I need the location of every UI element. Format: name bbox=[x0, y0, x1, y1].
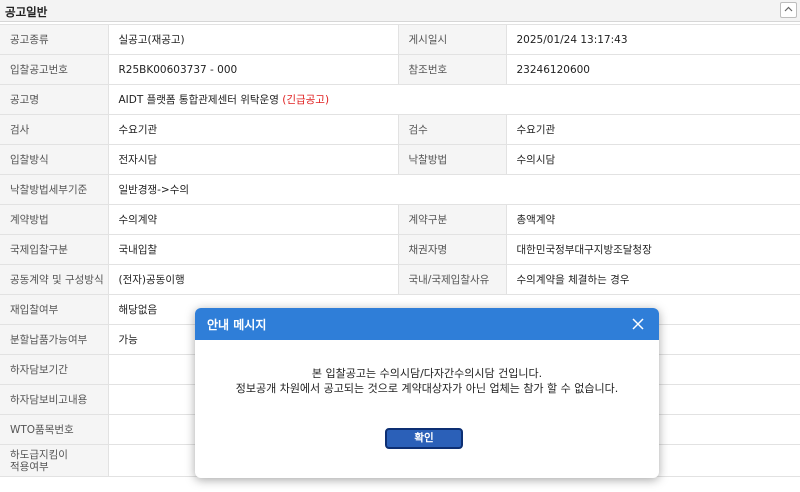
label-bid-method: 입찰방식 bbox=[0, 144, 109, 175]
label-warranty-remarks: 하자담보비고내용 bbox=[0, 384, 109, 415]
label-split-delivery: 분할납품가능여부 bbox=[0, 324, 109, 355]
modal-title: 안내 메시지 bbox=[207, 318, 267, 332]
label-intl-bid-type: 국제입찰구분 bbox=[0, 234, 109, 265]
label-contract-type: 계약구분 bbox=[398, 204, 507, 235]
value-reference-number: 23246120600 bbox=[506, 54, 800, 85]
value-post-datetime: 2025/01/24 13:17:43 bbox=[506, 24, 800, 55]
label-wto-item-number: WTO품목번호 bbox=[0, 414, 109, 445]
modal-message-line1: 본 입찰공고는 수의시담/다자간수의시담 건입니다. bbox=[311, 367, 543, 380]
value-bid-method: 전자시담 bbox=[108, 144, 399, 175]
table-row: 입찰공고번호 R25BK00603737 - 000 참조번호 23246120… bbox=[0, 54, 800, 85]
label-award-method: 낙찰방법 bbox=[398, 144, 507, 175]
label-inspection: 검사 bbox=[0, 114, 109, 145]
table-row: 공고명 AIDT 플랫폼 통합관제센터 위탁운영 (긴급공고) bbox=[0, 84, 800, 115]
modal-message-line2: 정보공개 차원에서 공고되는 것으로 계약대상자가 아닌 업체는 참가 할 수 … bbox=[235, 382, 619, 395]
label-notice-type: 공고종류 bbox=[0, 24, 109, 55]
table-row: 공동계약 및 구성방식 (전자)공동이행 국내/국제입찰사유 수의계약을 체결하… bbox=[0, 264, 800, 295]
label-subcontract-guard-line1: 하도급지킴이 bbox=[10, 448, 68, 461]
label-subcontract-guard: 하도급지킴이 적용여부 bbox=[0, 444, 109, 477]
table-row: 공고종류 실공고(재공고) 게시일시 2025/01/24 13:17:43 bbox=[0, 24, 800, 55]
notice-name-text: AIDT 플랫폼 통합관제센터 위탁운영 bbox=[118, 94, 279, 106]
close-icon bbox=[632, 318, 644, 330]
value-award-criteria: 일반경쟁->수의 bbox=[108, 174, 800, 205]
modal-header: 안내 메시지 bbox=[195, 308, 659, 340]
label-contract-method: 계약방법 bbox=[0, 204, 109, 235]
notice-modal: 안내 메시지 본 입찰공고는 수의시담/다자간수의시담 건입니다. 정보공개 차… bbox=[195, 308, 659, 478]
value-notice-type: 실공고(재공고) bbox=[108, 24, 399, 55]
value-acceptance: 수요기관 bbox=[506, 114, 800, 145]
table-row: 국제입찰구분 국내입찰 채권자명 대한민국정부대구지방조달청장 bbox=[0, 234, 800, 265]
value-bid-reason: 수의계약을 체결하는 경우 bbox=[506, 264, 800, 295]
value-creditor-name: 대한민국정부대구지방조달청장 bbox=[506, 234, 800, 265]
label-reference-number: 참조번호 bbox=[398, 54, 507, 85]
collapse-button[interactable] bbox=[780, 2, 797, 18]
value-contract-method: 수의계약 bbox=[108, 204, 399, 235]
label-acceptance: 검수 bbox=[398, 114, 507, 145]
label-joint-contract: 공동계약 및 구성방식 bbox=[0, 264, 109, 295]
value-joint-contract: (전자)공동이행 bbox=[108, 264, 399, 295]
urgent-badge: (긴급공고) bbox=[282, 94, 330, 106]
confirm-button[interactable]: 확인 bbox=[385, 428, 463, 449]
section-title: 공고일반 bbox=[5, 5, 48, 19]
value-award-method: 수의시담 bbox=[506, 144, 800, 175]
table-row: 계약방법 수의계약 계약구분 총액계약 bbox=[0, 204, 800, 235]
value-contract-type: 총액계약 bbox=[506, 204, 800, 235]
table-row: 입찰방식 전자시담 낙찰방법 수의시담 bbox=[0, 144, 800, 175]
value-inspection: 수요기관 bbox=[108, 114, 399, 145]
label-rebid: 재입찰여부 bbox=[0, 294, 109, 325]
label-notice-name: 공고명 bbox=[0, 84, 109, 115]
modal-close-button[interactable] bbox=[631, 314, 647, 332]
label-bid-reason: 국내/국제입찰사유 bbox=[398, 264, 507, 295]
modal-body: 본 입찰공고는 수의시담/다자간수의시담 건입니다. 정보공개 차원에서 공고되… bbox=[195, 340, 659, 396]
label-warranty-period: 하자담보기간 bbox=[0, 354, 109, 385]
label-subcontract-guard-line2: 적용여부 bbox=[10, 460, 49, 473]
label-creditor-name: 채권자명 bbox=[398, 234, 507, 265]
label-award-criteria: 낙찰방법세부기준 bbox=[0, 174, 109, 205]
table-row: 검사 수요기관 검수 수요기관 bbox=[0, 114, 800, 145]
table-row: 낙찰방법세부기준 일반경쟁->수의 bbox=[0, 174, 800, 205]
value-notice-name: AIDT 플랫폼 통합관제센터 위탁운영 (긴급공고) bbox=[108, 84, 800, 115]
value-intl-bid-type: 국내입찰 bbox=[108, 234, 399, 265]
value-bid-number: R25BK00603737 - 000 bbox=[108, 54, 399, 85]
label-post-datetime: 게시일시 bbox=[398, 24, 507, 55]
label-bid-number: 입찰공고번호 bbox=[0, 54, 109, 85]
chevron-up-icon bbox=[784, 6, 793, 11]
section-header: 공고일반 bbox=[0, 0, 800, 22]
